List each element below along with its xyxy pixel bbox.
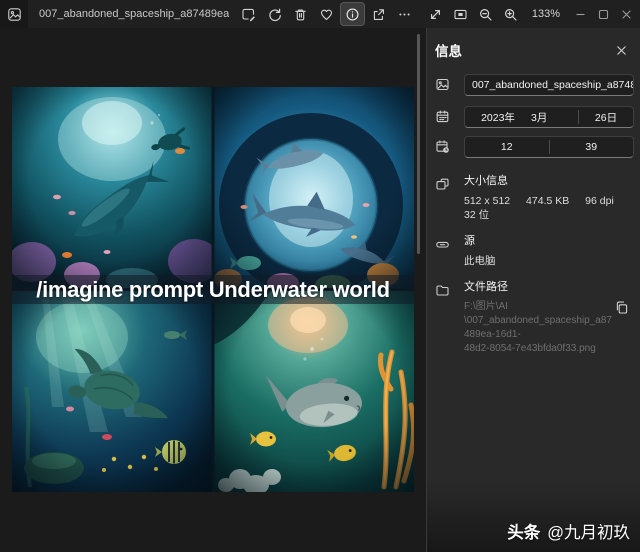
expand-diagonal-icon — [428, 7, 443, 22]
source-value: 此电脑 — [464, 254, 634, 268]
filename-input[interactable]: 007_abandoned_spaceship_a87489ea-16d1-4 — [464, 74, 634, 96]
link-icon — [435, 237, 457, 252]
viewer-scrollbar[interactable] — [417, 34, 420, 254]
info-icon — [345, 7, 360, 22]
copy-path-button[interactable] — [610, 296, 632, 318]
date-day-segment[interactable]: 26日 — [579, 110, 633, 125]
photos-app-window: 007_abandoned_spaceship_a87489ea-16d1-48… — [0, 0, 640, 552]
image-dimensions: 512 x 512 — [464, 195, 510, 207]
delete-button[interactable] — [288, 2, 313, 26]
zoom-in-icon — [503, 7, 518, 22]
prompt-caption-text: /imagine prompt Underwater world — [36, 277, 389, 303]
filename-row: 007_abandoned_spaceship_a87489ea-16d1-4 — [435, 74, 634, 96]
date-year-segment[interactable]: 2023年 — [465, 110, 531, 125]
watermark: 头条 @九月初玖 — [507, 519, 630, 543]
info-panel-close-button[interactable] — [612, 41, 630, 59]
file-path-line: 48d2-8054-7e43bfda0f33.png — [464, 342, 614, 356]
copy-icon — [614, 300, 629, 315]
file-path-section: 文件路径 F:\图片\AI \007_abandoned_spaceship_a… — [435, 280, 634, 356]
image-size-icon — [435, 177, 457, 192]
photo-quadrant-dolphin-reef — [12, 87, 220, 292]
maximize-button[interactable] — [592, 2, 615, 26]
app-icon-button[interactable] — [0, 0, 28, 28]
file-path-label: 文件路径 — [464, 280, 634, 295]
edit-image-icon — [241, 7, 256, 22]
folder-icon — [435, 283, 457, 298]
file-path-line: \007_abandoned_spaceship_a87489ea-16d1- — [464, 314, 614, 342]
time-hour-segment[interactable]: 12 — [465, 141, 549, 153]
zoom-level-display[interactable]: 133% — [532, 8, 560, 20]
time-minute-segment[interactable]: 39 — [550, 141, 634, 153]
time-picker[interactable]: 12 39 — [464, 136, 634, 158]
rotate-icon — [267, 7, 282, 22]
fullscreen-button[interactable] — [423, 2, 448, 26]
edit-image-button[interactable] — [236, 2, 261, 26]
date-picker[interactable]: 2023年 3月 26日 — [464, 106, 634, 128]
toolbar-right: 133% — [423, 2, 638, 26]
window-title: 007_abandoned_spaceship_a87489ea-16d1-48… — [39, 8, 229, 20]
file-path-value: F:\图片\AI \007_abandoned_spaceship_a87489… — [464, 300, 614, 356]
photo-quadrant-sharks-arch — [213, 87, 414, 295]
file-size: 474.5 KB — [526, 195, 569, 207]
more-options-button[interactable] — [392, 2, 417, 26]
watermark-brand: 头条 — [507, 519, 540, 543]
close-window-icon — [620, 8, 633, 21]
close-panel-icon — [615, 44, 628, 57]
info-panel: 信息 007_abandoned_spaceship_a87489e — [426, 28, 640, 552]
image-viewer-area: /imagine prompt Underwater world — [0, 28, 426, 552]
info-panel-title: 信息 — [435, 40, 462, 60]
share-button[interactable] — [366, 2, 391, 26]
source-label: 源 — [464, 234, 634, 249]
time-row: 12 39 — [435, 136, 634, 158]
favorite-button[interactable] — [314, 2, 339, 26]
minimize-button[interactable] — [569, 2, 592, 26]
maximize-icon — [597, 8, 610, 21]
prompt-caption-bar: /imagine prompt Underwater world — [12, 275, 414, 304]
size-info-label: 大小信息 — [464, 174, 634, 189]
image-file-icon — [435, 77, 457, 92]
clock-calendar-icon — [435, 139, 457, 154]
size-info-values: 512 x 512 474.5 KB 96 dpi 32 位 — [464, 194, 634, 222]
calendar-icon — [435, 109, 457, 124]
minimize-icon — [574, 8, 587, 21]
size-info-section: 大小信息 512 x 512 474.5 KB 96 dpi 32 位 — [435, 174, 634, 222]
file-path-line: F:\图片\AI — [464, 300, 614, 314]
image-dpi: 96 dpi — [585, 195, 614, 207]
photo-image[interactable]: /imagine prompt Underwater world — [12, 87, 414, 492]
titlebar: 007_abandoned_spaceship_a87489ea-16d1-48… — [0, 0, 640, 28]
info-panel-header: 信息 — [427, 28, 640, 60]
toolbar-center — [236, 2, 417, 26]
heart-icon — [319, 7, 334, 22]
photo-quadrant-sea-turtle — [12, 290, 213, 492]
trash-icon — [293, 7, 308, 22]
info-button[interactable] — [340, 2, 365, 26]
zoom-out-button[interactable] — [473, 2, 498, 26]
close-window-button[interactable] — [615, 2, 638, 26]
photos-app-icon — [7, 7, 22, 22]
photo-quadrant-gray-fish — [213, 290, 414, 492]
share-icon — [371, 7, 386, 22]
date-row: 2023年 3月 26日 — [435, 106, 634, 128]
zoom-in-button[interactable] — [498, 2, 523, 26]
watermark-handle: @九月初玖 — [547, 519, 630, 543]
zoom-out-icon — [478, 7, 493, 22]
fit-to-window-button[interactable] — [448, 2, 473, 26]
source-section: 源 此电脑 — [435, 234, 634, 268]
bit-depth: 32 位 — [464, 209, 489, 221]
fit-to-window-icon — [453, 7, 468, 22]
date-month-segment[interactable]: 3月 — [531, 110, 577, 125]
rotate-button[interactable] — [262, 2, 287, 26]
more-ellipsis-icon — [397, 7, 412, 22]
